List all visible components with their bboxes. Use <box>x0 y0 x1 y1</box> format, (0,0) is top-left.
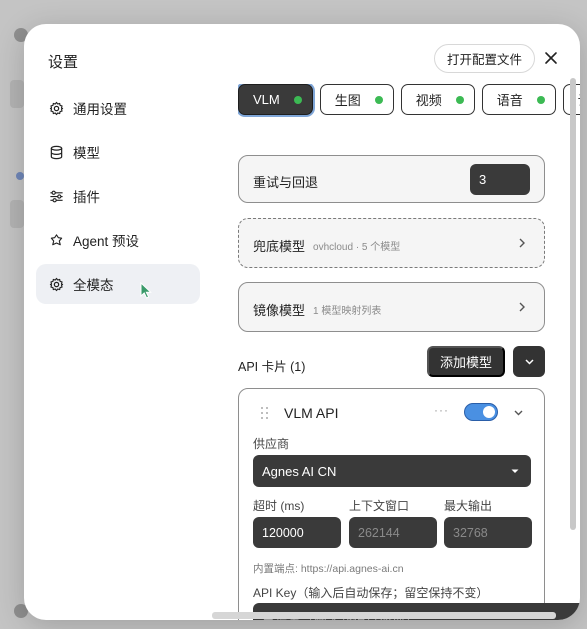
sliders-icon <box>48 188 64 204</box>
add-model-button[interactable]: 添加模型 <box>427 346 505 377</box>
enable-toggle[interactable] <box>464 403 498 421</box>
horizontal-scrollbar[interactable] <box>212 612 556 619</box>
max-output-label: 最大输出 <box>444 499 493 513</box>
provider-value: Agnes AI CN <box>262 463 337 479</box>
status-dot-icon <box>374 95 383 104</box>
mirror-model-label: 镜像模型 <box>253 303 306 318</box>
modality-tabs: VLM 生图 视频 语音 设 <box>238 84 580 115</box>
fallback-model-row[interactable]: 兜底模型 ovhcloud · 5 个模型 <box>238 218 545 268</box>
vertical-scrollbar[interactable] <box>570 78 576 530</box>
sidebar-item-agent-presets[interactable]: Agent 预设 <box>36 220 200 260</box>
mirror-model-sub: 1 模型映射列表 <box>313 306 382 317</box>
timeout-label: 超时 (ms) <box>253 499 305 513</box>
context-window-input[interactable]: 262144 <box>349 517 437 548</box>
open-config-button[interactable]: 打开配置文件 <box>434 44 536 73</box>
provider-label: 供应商 <box>253 437 290 451</box>
toggle-knob <box>483 406 495 418</box>
tab-voice[interactable]: 语音 <box>481 84 556 115</box>
close-button[interactable] <box>540 47 562 69</box>
sidebar-item-label: 插件 <box>73 190 100 205</box>
tab-label: 设 <box>578 90 580 109</box>
sidebar-item-label: 模型 <box>73 146 100 161</box>
modal-title: 设置 <box>48 54 79 71</box>
caret-down-icon <box>511 469 519 473</box>
tab-label: 视频 <box>415 93 442 108</box>
fallback-model-sub: ovhcloud · 5 个模型 <box>313 242 401 253</box>
sidebar-item-label: 全模态 <box>73 278 114 293</box>
add-model-dropdown-button[interactable] <box>513 346 545 377</box>
backdrop-bar <box>10 200 24 228</box>
agent-icon <box>48 232 64 248</box>
tab-image-gen[interactable]: 生图 <box>319 84 394 115</box>
tab-vlm[interactable]: VLM <box>238 84 313 115</box>
sidebar-item-multimodal[interactable]: 全模态 <box>36 264 200 304</box>
sidebar-item-label: Agent 预设 <box>73 234 140 249</box>
sidebar-item-plugins[interactable]: 插件 <box>36 176 200 216</box>
api-key-label: API Key（输入后自动保存；留空保持不变） <box>253 586 489 600</box>
retry-card: 重试与回退 3 <box>238 155 545 203</box>
builtin-endpoint-text: 内置端点: https://api.agnes-ai.cn <box>253 563 404 575</box>
chevron-down-icon <box>524 358 534 365</box>
status-dot-icon <box>455 95 464 104</box>
gear-icon <box>48 100 64 116</box>
chevron-right-icon <box>519 302 525 312</box>
retry-count-input[interactable]: 3 <box>470 164 530 195</box>
gear-icon <box>48 276 64 292</box>
backdrop-status-icon <box>16 172 24 180</box>
mouse-cursor-icon <box>140 281 152 299</box>
api-card-vlm: VLM API ··· 供应商 Agnes AI CN 超时 (ms) 上下文窗… <box>238 388 580 620</box>
context-window-label: 上下文窗口 <box>349 499 410 513</box>
retry-label: 重试与回退 <box>253 175 319 190</box>
api-card-title: VLM API <box>284 405 339 421</box>
drag-handle-icon[interactable] <box>260 406 270 420</box>
api-cards-header: API 卡片 (1) <box>238 360 306 374</box>
provider-select[interactable]: Agnes AI CN <box>253 455 531 487</box>
sidebar: 通用设置 模型 插件 Agent 预设 全模态 <box>36 88 200 308</box>
backdrop-bar <box>10 80 24 108</box>
sidebar-item-models[interactable]: 模型 <box>36 132 200 172</box>
status-dot-icon <box>293 95 302 104</box>
settings-modal: 设置 打开配置文件 通用设置 模型 插件 Agent 预设 全模态 VLM 生图… <box>24 24 580 620</box>
tab-video[interactable]: 视频 <box>400 84 475 115</box>
mirror-model-row[interactable]: 镜像模型 1 模型映射列表 <box>238 282 545 332</box>
tab-label: 语音 <box>496 93 523 108</box>
tab-label: VLM <box>253 92 280 107</box>
timeout-input[interactable]: 120000 <box>253 517 341 548</box>
status-dot-icon <box>536 95 545 104</box>
chevron-down-icon[interactable] <box>513 409 524 417</box>
main-panel: VLM 生图 视频 语音 设 重试与回退 3 <box>238 84 580 620</box>
sidebar-item-general[interactable]: 通用设置 <box>36 88 200 128</box>
sidebar-item-label: 通用设置 <box>73 102 127 117</box>
database-icon <box>48 144 64 160</box>
fallback-model-label: 兜底模型 <box>253 239 306 254</box>
tab-label: 生图 <box>334 93 361 108</box>
close-icon <box>545 52 557 64</box>
more-options-button[interactable]: ··· <box>434 403 449 417</box>
max-output-input[interactable]: 32768 <box>444 517 532 548</box>
chevron-right-icon <box>519 238 525 248</box>
